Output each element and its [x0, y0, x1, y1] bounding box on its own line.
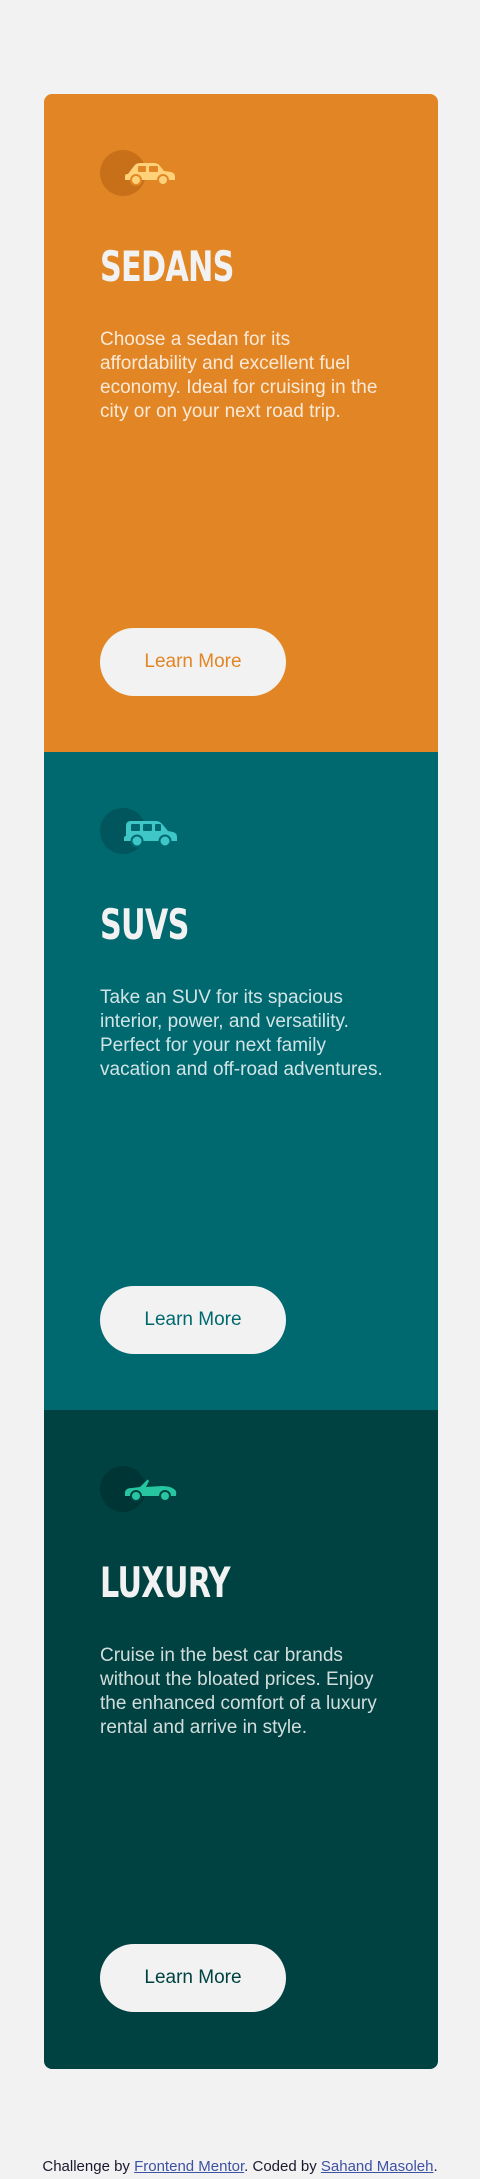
attribution: Challenge by Frontend Mentor. Coded by S… — [0, 2158, 480, 2175]
card-sedans: Sedans Choose a sedan for its affordabil… — [44, 94, 438, 752]
frontend-mentor-link[interactable]: Frontend Mentor — [134, 2158, 244, 2175]
sedan-car-icon — [100, 150, 180, 198]
learn-more-button[interactable]: Learn More — [100, 1286, 286, 1354]
cards-container: Sedans Choose a sedan for its affordabil… — [44, 94, 438, 2069]
card-title: Sedans — [100, 242, 234, 291]
luxury-car-icon — [100, 1466, 180, 1514]
card-luxury: Luxury Cruise in the best car brands wit… — [44, 1410, 438, 2069]
suv-car-icon — [100, 808, 180, 856]
learn-more-button[interactable]: Learn More — [100, 628, 286, 696]
card-suvs: SUVs Take an SUV for its spacious interi… — [44, 752, 438, 1410]
author-link[interactable]: Sahand Masoleh — [321, 2158, 434, 2175]
card-description: Choose a sedan for its affordability and… — [100, 329, 378, 422]
learn-more-button[interactable]: Learn More — [100, 1944, 286, 2012]
card-description: Take an SUV for its spacious interior, p… — [100, 987, 383, 1080]
card-title: SUVs — [100, 900, 189, 949]
attribution-suffix: . — [433, 2158, 438, 2175]
attribution-prefix: Challenge by — [42, 2158, 135, 2175]
attribution-middle: . Coded by — [244, 2158, 321, 2175]
card-description: Cruise in the best car brands without th… — [100, 1645, 377, 1738]
card-title: Luxury — [100, 1558, 231, 1607]
